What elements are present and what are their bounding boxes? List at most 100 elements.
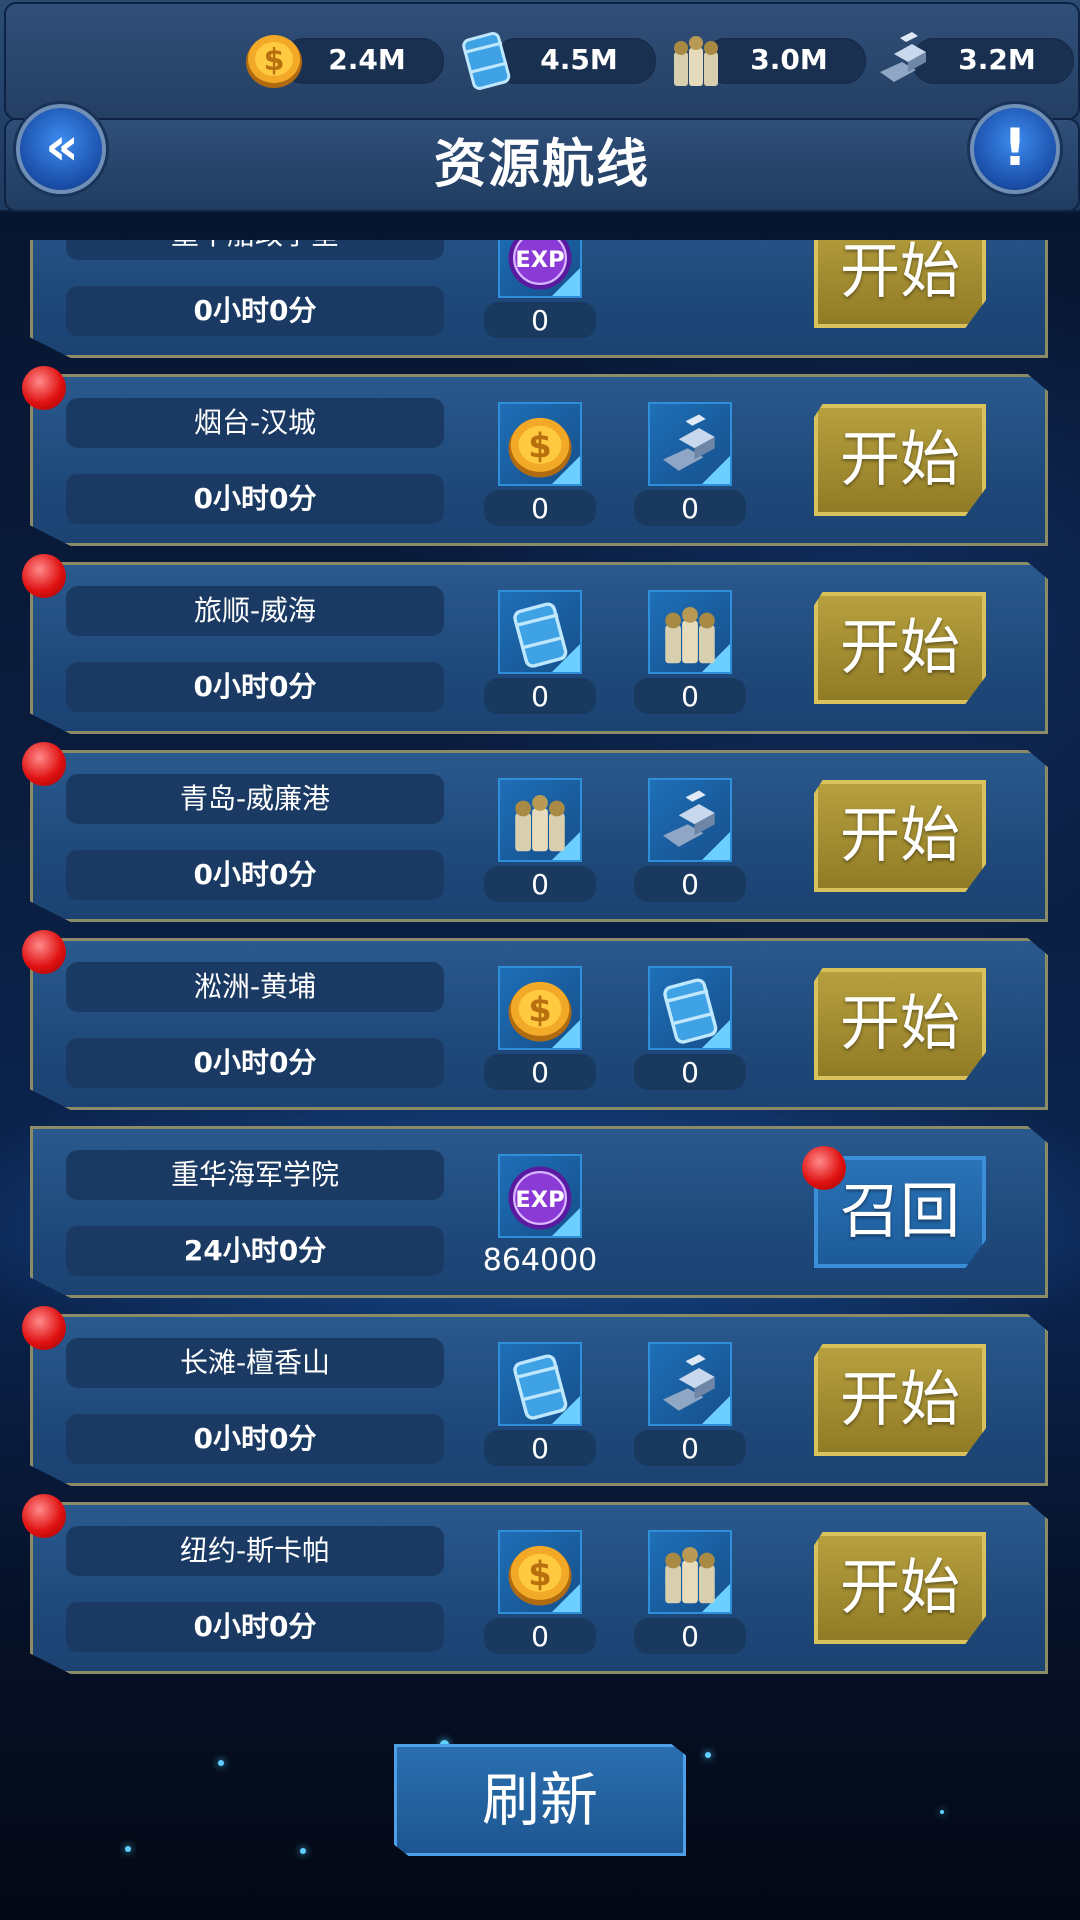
route-name: 纽约-斯卡帕 [66,1526,444,1576]
exp-icon: EXP [508,240,572,290]
route-duration: 0小时0分 [66,1414,444,1464]
start-button[interactable]: 开始 [814,968,986,1080]
route-name: 重华海军学院 [66,1150,444,1200]
resource-steel: 3.2M [872,32,1077,86]
route-duration: 0小时0分 [66,662,444,712]
star-decoration [300,1848,306,1854]
resource-gold: $ 2.4M [242,34,447,88]
reward-slot: 0 [484,778,596,902]
star-decoration [705,1752,711,1758]
ammo-shells-icon [515,795,565,852]
resource-fuel: 4.5M [454,32,659,90]
reward-slot: 0 [634,590,746,714]
start-button[interactable]: 开始 [814,592,986,704]
ammo-shells-icon [665,1547,715,1604]
star-decoration [218,1760,224,1766]
svg-text:$: $ [528,426,551,465]
gold-coin-icon: $ [246,35,302,88]
start-button[interactable]: 开始 [814,1344,986,1456]
back-button[interactable]: « [16,104,106,194]
svg-text:$: $ [528,990,551,1029]
notification-badge [22,1494,66,1538]
notification-badge [22,366,66,410]
reward-slot: EXP 0 [484,240,596,338]
route-list[interactable]: 重华船政学堂0小时0分EXP0开始烟台-汉城0小时0分$00开始旅顺-威海0小时… [0,240,1080,1680]
reward-count: 0 [634,1430,746,1466]
reward-count: 0 [484,490,596,526]
route-name: 淞洲-黄埔 [66,962,444,1012]
ammo-shells-icon [674,36,718,86]
exclamation-icon: ! [1003,118,1027,178]
star-decoration [125,1846,131,1852]
reward-slot: 0 [634,778,746,902]
route-row: 青岛-威廉港 0小时0分 0 0 开始 [30,750,1048,922]
svg-text:EXP: EXP [515,247,564,273]
start-button[interactable]: 开始 [814,240,986,328]
route-row: 重华船政学堂 0小时0分 EXP 0 开始 [30,240,1048,358]
reward-slot: 0 [634,1342,746,1466]
reward-count: 0 [634,1054,746,1090]
exp-icon: EXP [508,1166,572,1230]
reward-slot: 0 [634,1530,746,1654]
reward-count: 864000 [482,1243,598,1278]
svg-text:$: $ [528,1554,551,1593]
resource-panel: $ 2.4M 4.5M 3.0M 3.2M [4,2,1080,120]
route-duration: 0小时0分 [66,850,444,900]
svg-text:$: $ [264,43,285,78]
reward-count: 0 [484,678,596,714]
route-name: 烟台-汉城 [66,398,444,448]
reward-slot: 0 [484,1342,596,1466]
resource-value: 2.4M [328,43,406,76]
reward-count: 0 [634,678,746,714]
top-bar: $ 2.4M 4.5M 3.0M 3.2M 资源航线 « ! [0,0,1080,212]
reward-count: 0 [484,1618,596,1654]
route-name: 青岛-威廉港 [66,774,444,824]
route-row: 烟台-汉城 0小时0分 $0 0 开始 [30,374,1048,546]
notification-badge [802,1146,846,1190]
reward-slot: 0 [634,402,746,526]
reward-slot: EXP 864000 [483,1154,597,1278]
steel-ingot-icon [880,32,926,82]
double-chevron-left-icon: « [45,117,78,177]
reward-count: 0 [484,866,596,902]
reward-count: 0 [484,1054,596,1090]
reward-count: 0 [634,866,746,902]
gold-coin-icon: $ [508,417,572,478]
info-button[interactable]: ! [970,104,1060,194]
start-button[interactable]: 开始 [814,780,986,892]
resource-value: 4.5M [540,43,618,76]
svg-text:EXP: EXP [515,1187,564,1213]
start-button[interactable]: 开始 [814,1532,986,1644]
reward-slot: $0 [484,1530,596,1654]
reward-count: 0 [634,490,746,526]
reward-count: 0 [484,302,596,338]
route-row: 长滩-檀香山 0小时0分 0 0 开始 [30,1314,1048,1486]
star-decoration [940,1810,944,1814]
fuel-barrel-icon [462,32,511,90]
start-button[interactable]: 开始 [814,404,986,516]
fuel-barrel-icon [663,978,718,1044]
title-bar: 资源航线 [4,118,1080,212]
steel-ingot-icon [663,1354,715,1411]
reward-slot: 0 [634,966,746,1090]
route-row: 淞洲-黄埔 0小时0分 $0 0 开始 [30,938,1048,1110]
steel-ingot-icon [663,790,715,847]
route-duration: 24小时0分 [66,1226,444,1276]
fuel-barrel-icon [513,1354,568,1420]
resource-value: 3.0M [750,43,828,76]
notification-badge [22,742,66,786]
refresh-button[interactable]: 刷新 [394,1744,686,1856]
route-row: 旅顺-威海 0小时0分 0 0 开始 [30,562,1048,734]
notification-badge [22,1306,66,1350]
reward-slot: 0 [484,590,596,714]
reward-count: 0 [484,1430,596,1466]
reward-count: 0 [634,1618,746,1654]
route-duration: 0小时0分 [66,1038,444,1088]
steel-ingot-icon [663,414,715,471]
fuel-barrel-icon [513,602,568,668]
route-name: 重华船政学堂 [66,240,444,260]
route-name: 长滩-檀香山 [66,1338,444,1388]
route-name: 旅顺-威海 [66,586,444,636]
gold-coin-icon: $ [508,1545,572,1606]
resource-value: 3.2M [958,43,1036,76]
